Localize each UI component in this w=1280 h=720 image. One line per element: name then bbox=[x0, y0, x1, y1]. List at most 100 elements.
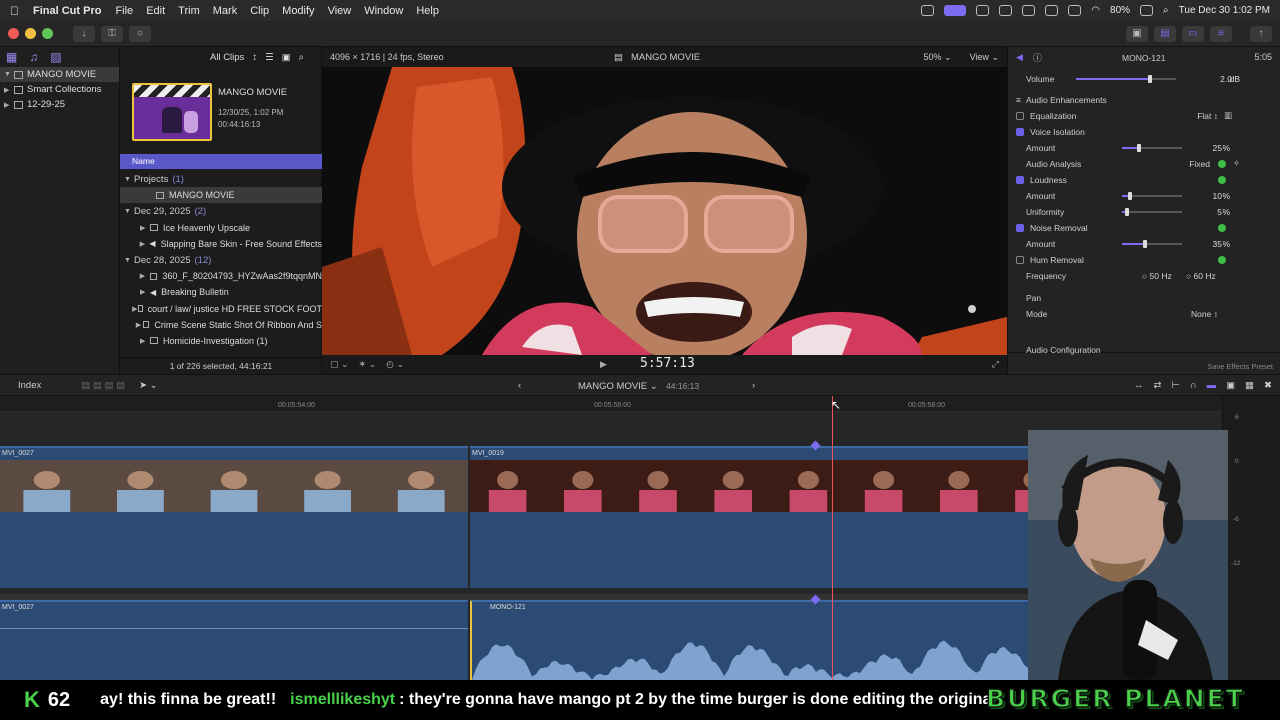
import-icon[interactable]: ↓ bbox=[73, 25, 95, 42]
noise-amount-slider[interactable] bbox=[1122, 240, 1182, 248]
disclosure-triangle-icon[interactable]: ▶ bbox=[140, 337, 150, 345]
timeline-project-dropdown[interactable]: MANGO MOVIE ⌄ bbox=[578, 381, 658, 392]
edit-buttons-icon[interactable]: ▤ ▤ ▤ ▤ bbox=[81, 380, 125, 391]
frequency-50-option[interactable]: ○ 50 Hz bbox=[1142, 271, 1172, 281]
index-button[interactable]: Index bbox=[18, 380, 41, 391]
disclosure-triangle-icon[interactable]: ▶ bbox=[140, 288, 150, 296]
disclosure-triangle-icon[interactable]: ▶ bbox=[4, 101, 14, 109]
audio-enhancements-header[interactable]: ≡ Audio Enhancements bbox=[1016, 92, 1274, 108]
clip-filter-dropdown[interactable]: All Clips bbox=[210, 52, 244, 63]
disclosure-triangle-icon[interactable]: ▼ bbox=[4, 71, 14, 78]
list-item[interactable]: ▶ ◀ Slapping Bare Skin - Free Sound Effect… bbox=[120, 236, 322, 252]
disclosure-triangle-icon[interactable]: ▼ bbox=[124, 257, 134, 264]
search-icon[interactable]: ⌕ bbox=[1163, 5, 1169, 16]
effects-browser-icon[interactable]: ▦ bbox=[1245, 380, 1254, 391]
save-effects-preset-button[interactable]: Save Effects Preset bbox=[1207, 362, 1273, 371]
zoom-window-button[interactable] bbox=[42, 28, 53, 39]
list-item[interactable]: ▶ 360_F_80204793_HYZwAas2f9tqqnMN bbox=[120, 268, 322, 284]
battery-icon[interactable] bbox=[1140, 5, 1154, 16]
audio-inspector-icon[interactable]: ◀ bbox=[1016, 52, 1023, 63]
clip-appearance-icon[interactable]: ▣ bbox=[282, 52, 291, 63]
minimize-window-button[interactable] bbox=[25, 28, 36, 39]
noise-removal-checkbox[interactable] bbox=[1016, 224, 1024, 232]
play-button[interactable]: ▶ bbox=[600, 359, 607, 370]
equalization-checkbox[interactable] bbox=[1016, 112, 1024, 120]
video-clip[interactable]: MVI_0027 bbox=[0, 446, 468, 588]
uniformity-slider[interactable] bbox=[1122, 208, 1182, 216]
speed-tool-icon[interactable]: ◴ ⌄ bbox=[386, 359, 404, 370]
volume-slider[interactable] bbox=[1076, 75, 1176, 83]
status-icon[interactable] bbox=[999, 5, 1013, 16]
magic-wand-icon[interactable]: ✧ bbox=[1233, 158, 1240, 169]
layout-icon[interactable]: ▣ bbox=[1126, 25, 1148, 42]
timeline-ruler[interactable]: 00:05:54:00 00:05:56:00 00:05:58:00 bbox=[0, 396, 1222, 412]
menu-file[interactable]: File bbox=[115, 5, 133, 17]
datetime[interactable]: Tue Dec 30 1:02 PM bbox=[1179, 5, 1270, 16]
menu-modify[interactable]: Modify bbox=[282, 5, 314, 17]
disclosure-triangle-icon[interactable]: ▼ bbox=[124, 208, 134, 215]
list-item[interactable]: ▶ Crime Scene Static Shot Of Ribbon And S bbox=[120, 317, 322, 333]
apple-menu-icon[interactable]:  bbox=[10, 4, 19, 18]
disclosure-triangle-icon[interactable]: ▶ bbox=[136, 321, 143, 329]
pan-header[interactable]: Pan bbox=[1016, 290, 1274, 306]
list-item[interactable]: ▶ Homicide-Investigation (1) bbox=[120, 333, 322, 349]
voice-amount-value[interactable]: 25 bbox=[1213, 143, 1222, 153]
forward-arrow-icon[interactable]: › bbox=[752, 380, 755, 391]
group-dec-29[interactable]: ▼ Dec 29, 2025 (2) bbox=[120, 203, 322, 219]
uniformity-value[interactable]: 5 bbox=[1217, 207, 1222, 217]
menu-clip[interactable]: Clip bbox=[250, 5, 269, 17]
menu-window[interactable]: Window bbox=[364, 5, 403, 17]
disclosure-triangle-icon[interactable]: ▶ bbox=[140, 240, 150, 248]
audio-clip[interactable]: MVI_0027 bbox=[0, 600, 468, 680]
disclosure-triangle-icon[interactable]: ▼ bbox=[124, 176, 134, 183]
fullscreen-icon[interactable]: ⤢ bbox=[992, 359, 999, 370]
list-item[interactable]: MANGO MOVIE bbox=[120, 187, 322, 204]
search-icon[interactable]: ⌕ bbox=[299, 52, 304, 63]
effects-tool-icon[interactable]: ✶ ⌄ bbox=[359, 359, 377, 370]
frequency-60-option[interactable]: ○ 60 Hz bbox=[1186, 271, 1216, 281]
list-item[interactable]: ▶ Ice Heavenly Upscale bbox=[120, 220, 322, 236]
transform-tool-icon[interactable]: ▢ ⌄ bbox=[330, 359, 349, 370]
app-menu[interactable]: Final Cut Pro bbox=[33, 5, 101, 17]
clip-appearance-icon[interactable]: ▣ bbox=[1226, 380, 1235, 391]
close-window-button[interactable] bbox=[8, 28, 19, 39]
menu-trim[interactable]: Trim bbox=[178, 5, 200, 17]
loudness-amount-value[interactable]: 10 bbox=[1213, 191, 1222, 201]
equalization-dropdown[interactable]: Flat ↕ bbox=[1197, 111, 1218, 121]
playhead[interactable] bbox=[832, 396, 833, 680]
background-tasks-icon[interactable]: ○ bbox=[129, 25, 151, 42]
loudness-checkbox[interactable] bbox=[1016, 176, 1024, 184]
filmstrip-view-icon[interactable]: ☰ bbox=[265, 52, 274, 63]
bluetooth-icon[interactable] bbox=[1068, 5, 1082, 16]
project-thumbnail[interactable] bbox=[132, 83, 212, 141]
share-icon[interactable]: ↑ bbox=[1250, 25, 1272, 42]
audio-skimming-icon[interactable]: ⊢ bbox=[1171, 380, 1179, 391]
audio-configuration-label[interactable]: Audio Configuration bbox=[1026, 345, 1101, 355]
pan-mode-dropdown[interactable]: None ↕ bbox=[1191, 309, 1218, 319]
play-status-icon[interactable] bbox=[1022, 5, 1036, 16]
disclosure-triangle-icon[interactable]: ▶ bbox=[4, 86, 14, 94]
photos-audio-icon[interactable]: ♫ bbox=[29, 50, 38, 64]
back-arrow-icon[interactable]: ‹ bbox=[518, 380, 521, 391]
titles-generators-icon[interactable]: ▨ bbox=[50, 50, 61, 64]
menu-edit[interactable]: Edit bbox=[146, 5, 165, 17]
hum-removal-checkbox[interactable] bbox=[1016, 256, 1024, 264]
voice-amount-slider[interactable] bbox=[1122, 144, 1182, 152]
status-icon[interactable] bbox=[976, 5, 990, 16]
wifi-icon[interactable]: ◠ bbox=[1091, 5, 1100, 16]
menu-help[interactable]: Help bbox=[416, 5, 439, 17]
eq-graph-icon[interactable]: ▥ bbox=[1224, 110, 1232, 121]
group-dec-28[interactable]: ▼ Dec 28, 2025 (12) bbox=[120, 252, 322, 268]
menu-mark[interactable]: Mark bbox=[213, 5, 237, 17]
media-library-icon[interactable]: ▦ bbox=[6, 50, 17, 64]
noise-amount-value[interactable]: 35 bbox=[1213, 239, 1222, 249]
screen-record-icon[interactable] bbox=[944, 5, 967, 16]
volume-line[interactable] bbox=[0, 628, 468, 629]
event-12-29-25[interactable]: ▶ 12-29-25 bbox=[0, 97, 119, 112]
name-column-header[interactable]: Name bbox=[120, 154, 322, 169]
smart-collections[interactable]: ▶ Smart Collections bbox=[0, 82, 119, 97]
close-icon[interactable]: ✖ bbox=[1264, 380, 1272, 391]
list-item[interactable]: ▶ ◀ Breaking Bulletin bbox=[120, 284, 322, 300]
zoom-dropdown[interactable]: 50% ⌄ bbox=[924, 52, 952, 63]
timecode-display[interactable]: 5:57:13 bbox=[640, 356, 695, 371]
